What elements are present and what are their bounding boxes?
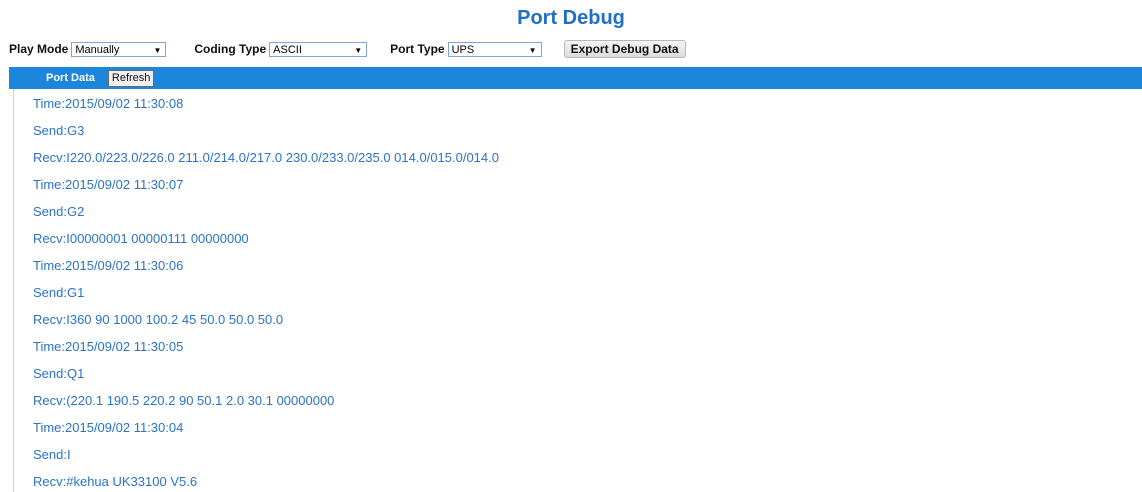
log-line-send: Send:Q1 [33,366,85,381]
log-line-recv: Recv:I220.0/223.0/226.0 211.0/214.0/217.… [33,150,499,165]
log-line-recv: Recv:I00000001 00000111 00000000 [33,231,249,246]
port-data-log: Time:2015/09/02 11:30:08 Send:G3 Recv:I2… [13,89,1142,492]
port-data-label: Port Data [46,72,95,84]
log-line-send: Send:G2 [33,204,85,219]
coding-type-value: ASCII [273,43,302,56]
port-type-value: UPS [451,43,475,56]
log-line-send: Send:I [33,447,71,462]
port-type-label: Port Type [390,42,445,56]
chevron-down-icon: ▼ [153,45,162,55]
export-debug-data-button[interactable]: Export Debug Data [563,40,686,58]
play-mode-value: Manually [75,43,120,56]
chevron-down-icon: ▼ [528,45,537,55]
log-line-time: Time:2015/09/02 11:30:08 [33,96,184,111]
play-mode-group: Play Mode Manually ▼ [9,41,167,57]
coding-type-group: Coding Type ASCII ▼ [194,41,368,57]
log-line-send: Send:G1 [33,285,85,300]
play-mode-label: Play Mode [9,42,69,56]
port-type-select[interactable]: UPS ▼ [447,41,542,57]
log-line-time: Time:2015/09/02 11:30:04 [33,420,184,435]
debug-controls: Play Mode Manually ▼ Coding Type ASCII ▼… [9,40,686,58]
page-title: Port Debug [517,7,625,29]
coding-type-label: Coding Type [194,42,267,56]
log-line-recv: Recv:I360 90 1000 100.2 45 50.0 50.0 50.… [33,312,284,327]
log-line-recv: Recv:#kehua UK33100 V5.6 [33,474,198,489]
port-data-bar: Port Data Refresh [9,67,1142,89]
log-line-time: Time:2015/09/02 11:30:05 [33,339,184,354]
refresh-button[interactable]: Refresh [107,69,155,87]
log-line-recv: Recv:(220.1 190.5 220.2 90 50.1 2.0 30.1… [33,393,335,408]
log-line-time: Time:2015/09/02 11:30:06 [33,258,184,273]
log-line-send: Send:G3 [33,123,85,138]
coding-type-select[interactable]: ASCII ▼ [269,41,368,57]
chevron-down-icon: ▼ [354,45,363,55]
port-type-group: Port Type UPS ▼ [390,41,542,57]
play-mode-select[interactable]: Manually ▼ [71,41,167,57]
log-line-time: Time:2015/09/02 11:30:07 [33,177,184,192]
